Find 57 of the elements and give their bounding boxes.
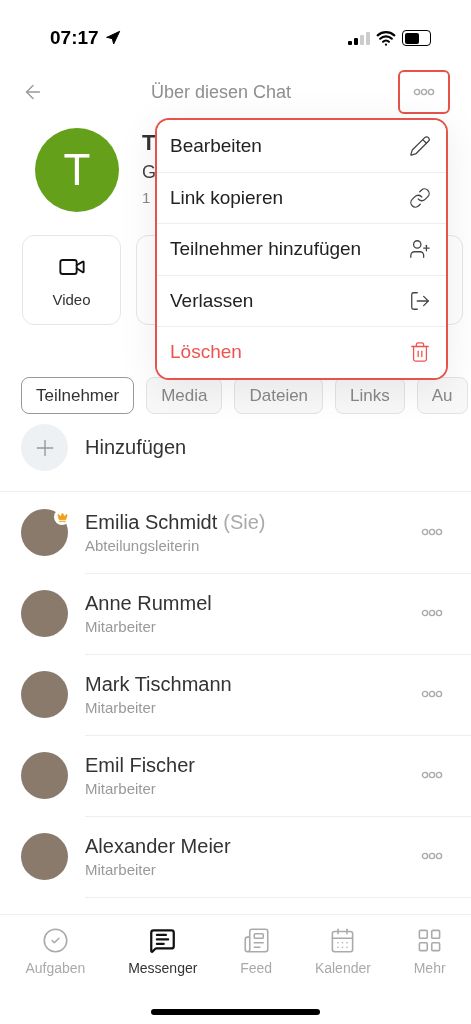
more-icon: [421, 771, 443, 779]
more-icon: [421, 690, 443, 698]
add-user-icon: [409, 238, 431, 261]
avatar-placeholder: [21, 833, 68, 880]
action-label: Video: [52, 290, 91, 308]
member-role: Mitarbeiter: [85, 617, 157, 635]
chat-bubble-icon: [149, 927, 177, 954]
nav-tab[interactable]: Aufgaben: [25, 927, 86, 1024]
member-role: Mitarbeiter: [85, 779, 157, 797]
nav-tab[interactable]: Kalender: [314, 927, 371, 1024]
member-name: Anne Rummel: [85, 591, 212, 615]
avatar-placeholder: [21, 671, 68, 718]
exit-icon: [409, 289, 431, 312]
more-icon: [421, 852, 443, 860]
member-role: Mitarbeiter: [85, 860, 157, 878]
filter-tab[interactable]: Media: [146, 377, 223, 414]
more-icon: [421, 609, 443, 617]
avatar-placeholder: [21, 752, 68, 799]
member-name: Mark Tischmann: [85, 672, 232, 696]
menu-item[interactable]: Link kopieren: [157, 171, 446, 223]
member-role: Abteilungsleiterin: [85, 536, 201, 554]
chat-subtitle: G: [142, 162, 156, 183]
battery-icon: [402, 30, 431, 46]
newspaper-icon: [242, 927, 270, 954]
wifi-icon: [376, 28, 396, 48]
link-icon: [409, 186, 431, 209]
video-action-card[interactable]: Video: [22, 235, 121, 325]
chat-meta: 1: [142, 189, 152, 206]
more-button[interactable]: [398, 70, 450, 114]
chat-title: T: [142, 130, 156, 156]
page-title: Über diesen Chat: [150, 81, 292, 103]
location-arrow-icon: [104, 30, 121, 46]
avatar-placeholder: [21, 590, 68, 637]
nav-tab[interactable]: Mehr: [413, 927, 446, 1024]
self-marker: (Sie): [223, 510, 266, 534]
member-name: Emil Fischer: [85, 753, 195, 777]
nav-tab[interactable]: Feed: [240, 927, 273, 1024]
menu-item[interactable]: Bearbeiten: [157, 120, 446, 172]
menu-item[interactable]: Löschen: [157, 326, 446, 378]
filter-tab[interactable]: Au: [416, 377, 468, 414]
trash-icon: [409, 341, 431, 364]
signal-icon: [348, 31, 370, 45]
add-button[interactable]: [21, 424, 68, 471]
nav-tab[interactable]: Messenger: [128, 927, 198, 1024]
menu-item[interactable]: Verlassen: [157, 274, 446, 326]
member-name: Alexander Meier: [85, 834, 231, 858]
filter-tab[interactable]: Teilnehmer: [21, 377, 135, 414]
member-role: Mitarbeiter: [85, 698, 157, 716]
pencil-icon: [409, 134, 431, 157]
add-label[interactable]: Hinzufügen: [85, 436, 187, 459]
chat-avatar: T: [35, 128, 119, 212]
member-name: Emilia Schmidt: [85, 510, 218, 534]
check-circle-icon: [41, 927, 69, 954]
more-icon: [421, 528, 443, 536]
status-time: 07:17: [50, 27, 99, 49]
menu-item[interactable]: Teilnehmer hinzufügen: [157, 223, 446, 275]
more-icon: [413, 88, 435, 96]
